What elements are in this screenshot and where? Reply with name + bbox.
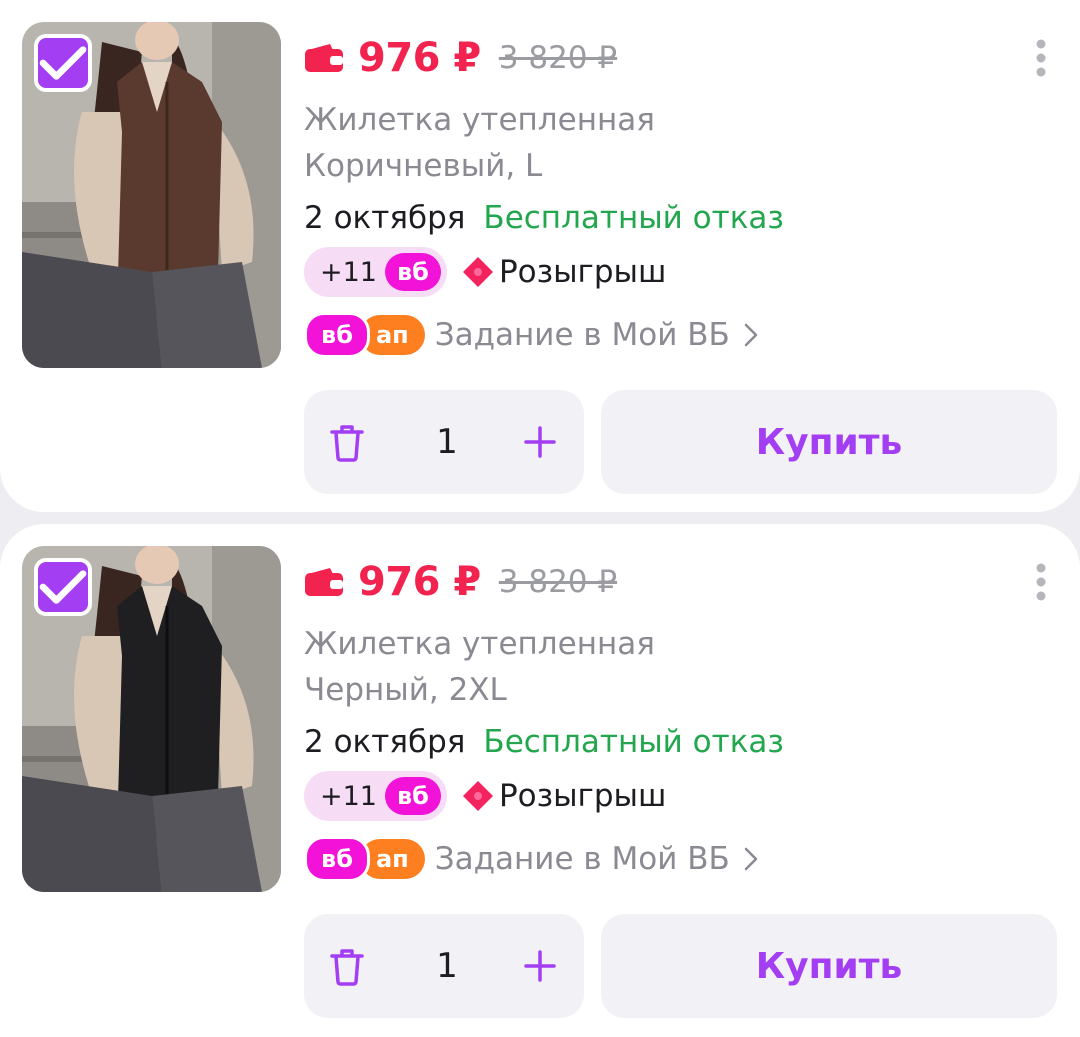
more-options-icon[interactable]	[1036, 562, 1046, 602]
points-pill[interactable]: +11 вб	[304, 247, 447, 297]
trash-icon[interactable]	[330, 424, 364, 462]
ticket-icon	[462, 781, 493, 811]
raffle-link[interactable]: Розыгрыш	[461, 254, 666, 290]
ticket-icon	[462, 257, 493, 287]
current-price: 976 ₽	[358, 35, 481, 81]
task-label: Задание в Мой ВБ	[434, 841, 730, 877]
chevron-right-icon	[744, 323, 757, 347]
vb-badge: вб	[384, 253, 441, 291]
task-vb-badge: вб	[304, 836, 370, 882]
delivery-row: 2 октября Бесплатный отказ	[304, 720, 784, 764]
trash-icon[interactable]	[330, 948, 364, 986]
wallet-icon	[305, 44, 343, 72]
price-row: 976 ₽ 3 820 ₽	[304, 556, 617, 608]
delivery-date: 2 октября	[304, 724, 466, 760]
delivery-date: 2 октября	[304, 200, 466, 236]
quantity-value: 1	[436, 422, 458, 462]
product-image[interactable]	[22, 546, 281, 892]
checkmark-icon	[39, 570, 87, 604]
points-pill[interactable]: +11 вб	[304, 771, 447, 821]
quantity-value: 1	[436, 946, 458, 986]
product-image[interactable]	[22, 22, 281, 368]
product-title[interactable]: Жилетка утепленная	[304, 622, 655, 666]
task-vb-badge: вб	[304, 312, 370, 358]
product-variant: Черный, 2XL	[304, 672, 507, 708]
raffle-link[interactable]: Розыгрыш	[461, 778, 666, 814]
plus-icon[interactable]	[524, 426, 556, 458]
product-variant: Коричневый, L	[304, 148, 543, 184]
product-title[interactable]: Жилетка утепленная	[304, 98, 655, 142]
old-price: 3 820 ₽	[498, 40, 618, 76]
raffle-label: Розыгрыш	[498, 254, 667, 290]
quantity-stepper: 1	[304, 390, 584, 494]
old-price: 3 820 ₽	[498, 564, 618, 600]
free-refusal-label: Бесплатный отказ	[483, 724, 784, 760]
task-link[interactable]: вб ап Задание в Мой ВБ	[304, 836, 758, 882]
quantity-stepper: 1	[304, 914, 584, 1018]
buy-button[interactable]: Купить	[601, 390, 1057, 494]
current-price: 976 ₽	[358, 559, 481, 605]
select-item-checkbox[interactable]	[34, 34, 92, 92]
points-value: +11	[320, 780, 377, 812]
cart-item-card: 976 ₽ 3 820 ₽ Жилетка утепленная Черный,…	[0, 524, 1080, 1037]
promo-row: +11 вб Розыгрыш	[304, 770, 666, 822]
task-link[interactable]: вб ап Задание в Мой ВБ	[304, 312, 758, 358]
points-value: +11	[320, 256, 377, 288]
raffle-label: Розыгрыш	[498, 778, 667, 814]
cart-item-card: 976 ₽ 3 820 ₽ Жилетка утепленная Коричне…	[0, 0, 1080, 512]
plus-icon[interactable]	[524, 950, 556, 982]
chevron-right-icon	[744, 847, 757, 871]
vb-badge: вб	[384, 777, 441, 815]
more-options-icon[interactable]	[1036, 38, 1046, 78]
checkmark-icon	[39, 46, 87, 80]
task-label: Задание в Мой ВБ	[434, 317, 730, 353]
delivery-row: 2 октября Бесплатный отказ	[304, 196, 784, 240]
select-item-checkbox[interactable]	[34, 558, 92, 616]
promo-row: +11 вб Розыгрыш	[304, 246, 666, 298]
price-row: 976 ₽ 3 820 ₽	[304, 32, 617, 84]
buy-button[interactable]: Купить	[601, 914, 1057, 1018]
free-refusal-label: Бесплатный отказ	[483, 200, 784, 236]
wallet-icon	[305, 568, 343, 596]
